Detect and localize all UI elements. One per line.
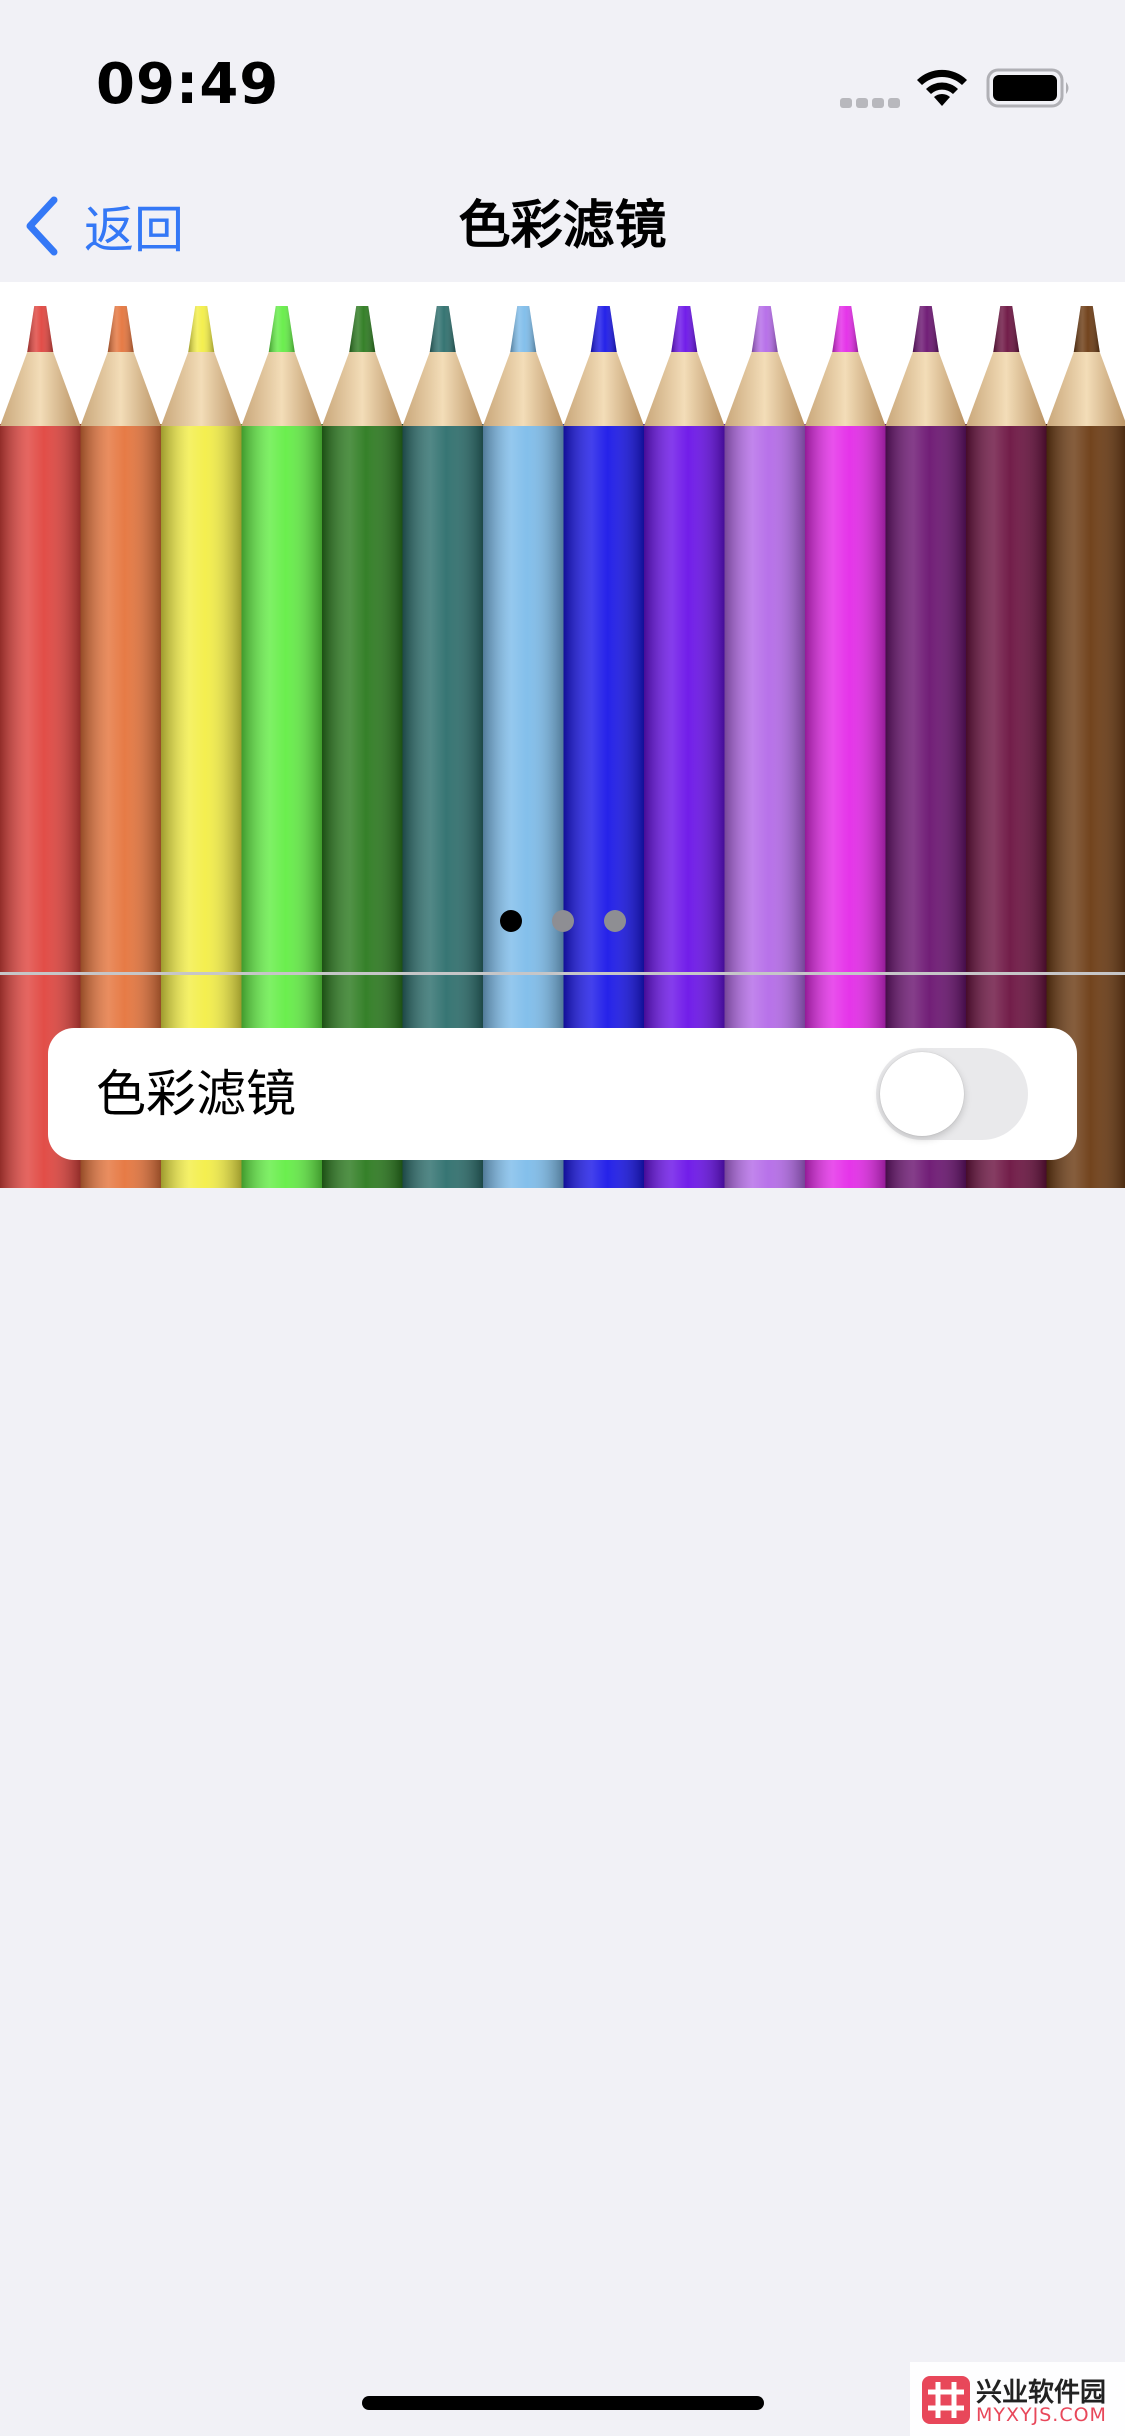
page-title: 色彩滤镜	[458, 196, 667, 256]
page-control[interactable]	[0, 910, 1125, 932]
page-dot-3[interactable]	[603, 910, 626, 932]
divider	[0, 972, 1125, 975]
toggle-knob	[880, 1052, 964, 1136]
watermark-subtext: MYXYJS.COM	[976, 2404, 1107, 2426]
page-dot-2[interactable]	[551, 910, 574, 932]
watermark: 兴业软件园 MYXYJS.COM	[910, 2362, 1125, 2436]
status-bar: 09:49	[0, 0, 1125, 170]
color-filter-preview[interactable]	[0, 282, 1125, 1188]
color-filters-row: 色彩滤镜	[48, 1028, 1077, 1160]
home-indicator[interactable]	[362, 2396, 764, 2410]
battery-icon	[986, 68, 1069, 108]
color-filters-toggle[interactable]	[876, 1048, 1028, 1140]
watermark-logo-icon	[922, 2376, 970, 2424]
wifi-icon	[917, 69, 967, 106]
color-filters-label: 色彩滤镜	[96, 1065, 296, 1123]
status-time: 09:49	[96, 52, 280, 117]
cellular-signal-icon	[840, 98, 900, 108]
page-dot-1[interactable]	[499, 910, 522, 932]
navigation-bar: 返回 色彩滤镜	[0, 170, 1125, 282]
